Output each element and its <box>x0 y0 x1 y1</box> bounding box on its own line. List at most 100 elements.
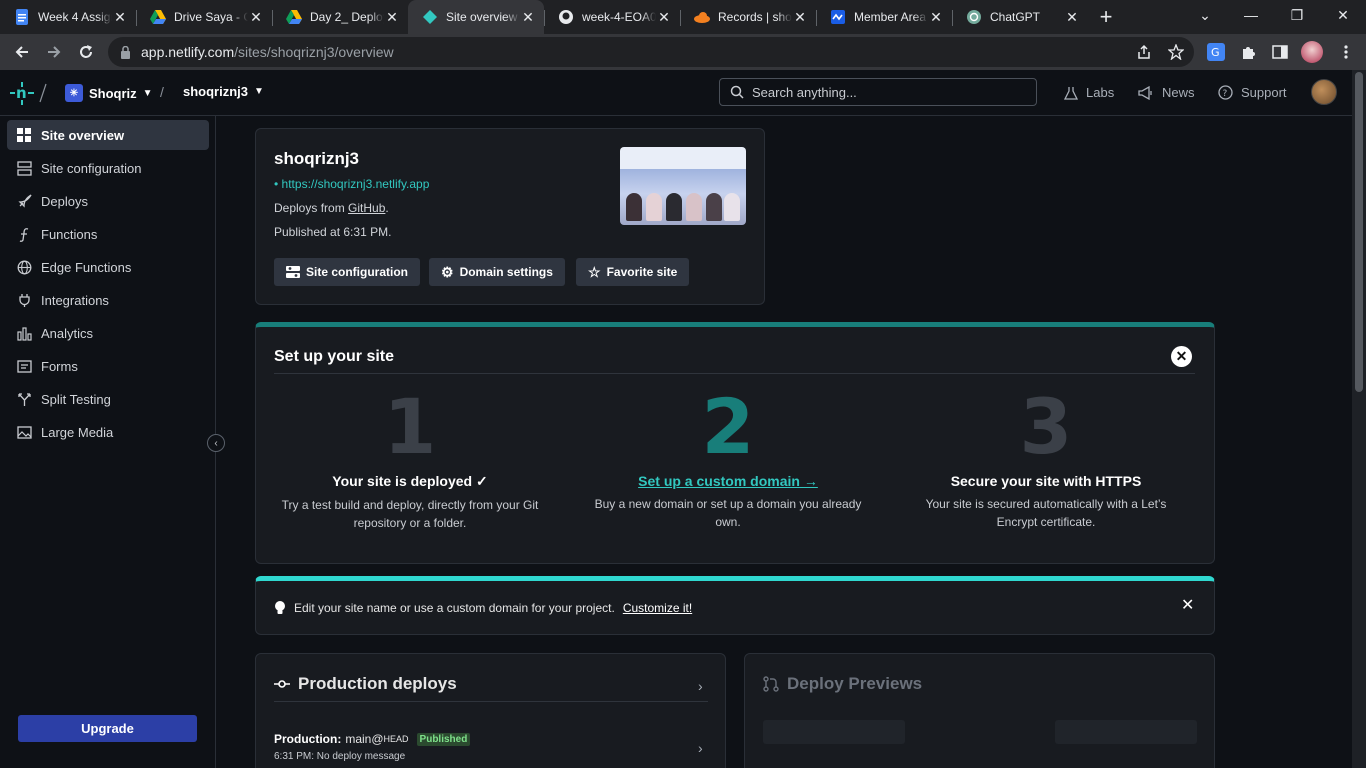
deploy-previews-title[interactable]: Deploy Previews <box>763 674 922 694</box>
production-deploy-row[interactable]: Production: main@ HEAD Published <box>274 732 471 746</box>
setup-title: Set up your site <box>274 348 395 365</box>
site-url-link[interactable]: • https://shoqriznj3.netlify.app <box>274 177 429 191</box>
search-input[interactable]: Search anything... <box>719 78 1037 106</box>
svg-text:?: ? <box>1223 89 1228 99</box>
labs-link[interactable]: Labs <box>1064 85 1114 100</box>
preview-figure <box>706 193 722 221</box>
lock-icon <box>120 45 131 59</box>
close-tab-icon[interactable]: ✕ <box>656 9 672 26</box>
browser-menu-icon[interactable] <box>1332 38 1360 66</box>
sidebar-item-edge-functions[interactable]: Edge Functions <box>7 252 209 282</box>
setup-card: Set up your site ✕ 1 Your site is deploy… <box>255 322 1215 564</box>
close-tab-icon[interactable]: ✕ <box>112 9 128 26</box>
tab-search-chevron-icon[interactable]: ⌄ <box>1182 0 1228 30</box>
translate-extension-icon[interactable]: G <box>1202 38 1230 66</box>
app-header: n ✳ Shoqriz ▼ / shoqriznj3 ▼ Search anyt… <box>0 70 1352 116</box>
sidebar-item-site-configuration[interactable]: Site configuration <box>7 153 209 183</box>
sidebar-item-site-overview[interactable]: Site overview <box>7 120 209 150</box>
browser-tab[interactable]: ChatGPT ✕ <box>952 0 1088 34</box>
browser-tab[interactable]: Week 4 Assignment ✕ <box>0 0 136 34</box>
browser-toolbar: app.netlify.com/sites/shoqriznj3/overvie… <box>0 34 1366 70</box>
back-arrow-icon[interactable] <box>6 36 38 68</box>
dismiss-tip-button[interactable]: ✕ <box>1181 595 1194 615</box>
sidebar-item-split-testing[interactable]: Split Testing <box>7 384 209 414</box>
chevron-right-icon[interactable]: › <box>698 678 703 694</box>
close-tab-icon[interactable]: ✕ <box>384 9 400 26</box>
browser-tab[interactable]: Member Area ✕ <box>816 0 952 34</box>
browser-tab[interactable]: Day 2_ Deploy ✕ <box>272 0 408 34</box>
forward-arrow-icon[interactable] <box>38 36 70 68</box>
user-avatar[interactable] <box>1311 79 1337 105</box>
team-switcher[interactable]: ✳ Shoqriz ▼ <box>65 84 153 102</box>
gear-icon: ⚙ <box>441 263 454 280</box>
scrollbar-thumb[interactable] <box>1355 72 1363 392</box>
minimize-button[interactable]: — <box>1228 0 1274 30</box>
config-icon <box>286 265 300 279</box>
chevron-right-icon[interactable]: › <box>698 740 703 756</box>
chevron-left-icon: ‹ <box>214 437 218 449</box>
address-bar[interactable]: app.netlify.com/sites/shoqriznj3/overvie… <box>108 37 1194 67</box>
star-icon: ☆ <box>588 263 601 280</box>
preview-figure <box>724 193 740 221</box>
sidebar-item-forms[interactable]: Forms <box>7 351 209 381</box>
megaphone-icon <box>1138 85 1154 100</box>
chatgpt-icon <box>966 9 982 25</box>
image-icon <box>16 424 32 440</box>
restore-button[interactable]: ❐ <box>1274 0 1320 30</box>
close-tab-icon[interactable]: ✕ <box>248 9 264 26</box>
help-circle-icon: ? <box>1218 85 1233 100</box>
chevron-down-icon: ▼ <box>254 86 264 97</box>
reload-icon[interactable] <box>70 36 102 68</box>
bookmark-star-icon[interactable] <box>1162 38 1190 66</box>
domain-settings-button[interactable]: ⚙ Domain settings <box>429 258 565 286</box>
dismiss-setup-button[interactable]: ✕ <box>1171 346 1192 367</box>
collapse-sidebar-button[interactable]: ‹ <box>207 434 225 452</box>
sidebar-item-integrations[interactable]: Integrations <box>7 285 209 315</box>
google-drive-icon <box>150 9 166 25</box>
loading-placeholder <box>763 720 905 744</box>
sidebar-item-analytics[interactable]: Analytics <box>7 318 209 348</box>
split-icon <box>16 391 32 407</box>
support-link[interactable]: ? Support <box>1218 85 1287 100</box>
github-icon <box>558 9 574 25</box>
side-panel-icon[interactable] <box>1266 38 1294 66</box>
news-link[interactable]: News <box>1138 85 1195 100</box>
close-tab-icon[interactable]: ✕ <box>1064 9 1080 26</box>
site-switcher[interactable]: shoqriznj3 ▼ <box>183 84 264 99</box>
close-tab-icon[interactable]: ✕ <box>520 9 536 26</box>
close-tab-icon[interactable]: ✕ <box>928 9 944 26</box>
loading-placeholder <box>1055 720 1197 744</box>
close-tab-icon[interactable]: ✕ <box>792 9 808 26</box>
github-link[interactable]: GitHub <box>348 201 385 215</box>
profile-avatar[interactable] <box>1298 38 1326 66</box>
new-tab-button[interactable]: + <box>1088 0 1124 34</box>
preview-figure <box>666 193 682 221</box>
rocket-icon <box>16 193 32 209</box>
custom-domain-link[interactable]: Set up a custom domain → <box>578 473 878 489</box>
production-deploys-title[interactable]: Production deploys <box>274 674 457 694</box>
upgrade-button[interactable]: Upgrade <box>18 715 197 742</box>
deploys-from-text: Deploys from GitHub. <box>274 201 389 215</box>
form-icon <box>16 358 32 374</box>
flask-icon <box>1064 86 1078 100</box>
browser-tab-active[interactable]: Site overview ✕ <box>408 0 544 34</box>
published-time: Published at 6:31 PM. <box>274 225 392 239</box>
close-window-button[interactable]: ✕ <box>1320 0 1366 30</box>
sidebar-item-deploys[interactable]: Deploys <box>7 186 209 216</box>
google-drive-icon <box>286 9 302 25</box>
page-scrollbar[interactable] <box>1352 70 1366 768</box>
grid-icon <box>16 127 32 143</box>
browser-tab[interactable]: Drive Saya - Google Drive ✕ <box>136 0 272 34</box>
customize-link[interactable]: Customize it! <box>623 601 692 615</box>
share-icon[interactable] <box>1130 38 1158 66</box>
sidebar-item-functions[interactable]: Functions <box>7 219 209 249</box>
site-preview-thumbnail[interactable] <box>620 147 746 225</box>
sidebar-item-large-media[interactable]: Large Media <box>7 417 209 447</box>
browser-tab[interactable]: week-4-EOA00 ✕ <box>544 0 680 34</box>
extensions-puzzle-icon[interactable] <box>1234 38 1262 66</box>
netlify-logo-icon[interactable]: n <box>8 80 50 111</box>
browser-tab[interactable]: Records | show ✕ <box>680 0 816 34</box>
favorite-site-button[interactable]: ☆ Favorite site <box>576 258 690 286</box>
site-configuration-button[interactable]: Site configuration <box>274 258 420 286</box>
chevron-down-icon: ▼ <box>142 87 153 99</box>
